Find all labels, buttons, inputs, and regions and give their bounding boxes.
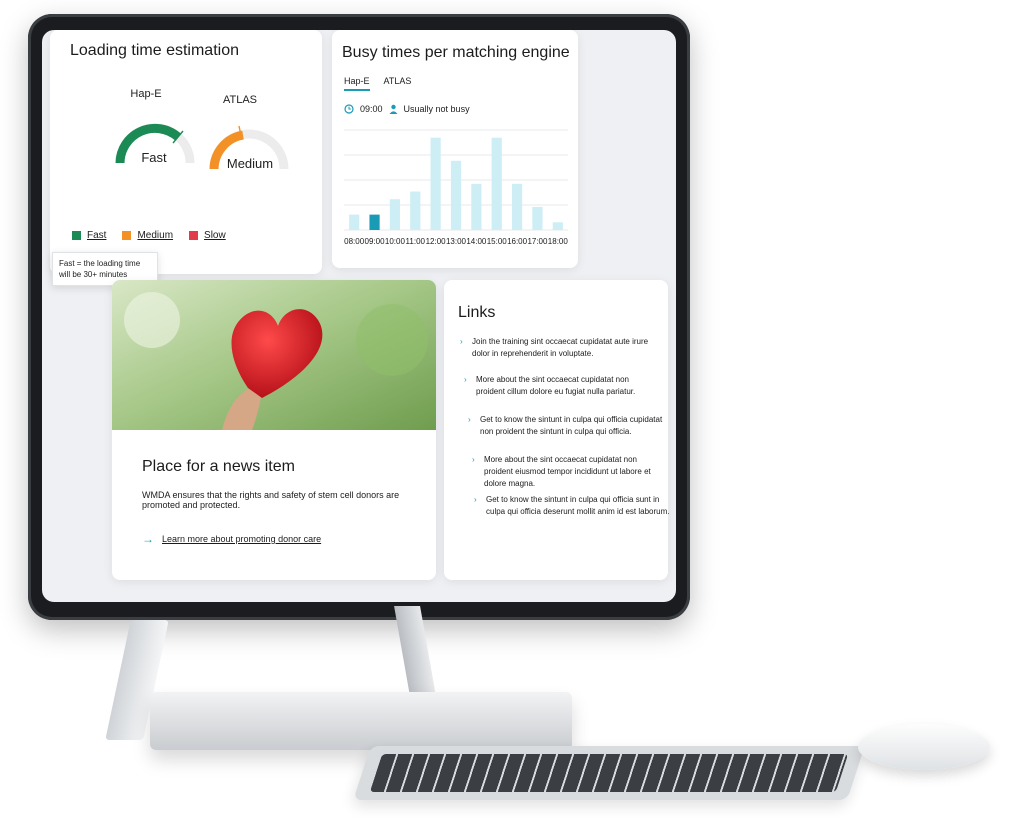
chart-tick-label: 15:00 xyxy=(487,237,508,246)
news-link[interactable]: Learn more about promoting donor care xyxy=(162,534,321,544)
tab-hap-e[interactable]: Hap-E xyxy=(344,76,370,91)
gauge-engine-label-hap-e: Hap-E xyxy=(130,88,162,100)
chevron-right-icon: › xyxy=(472,455,475,464)
link-item-2[interactable]: › More about the sint occaecat cupidatat … xyxy=(464,374,660,398)
arrow-right-icon: → xyxy=(142,532,154,546)
chart-bar-0900[interactable] xyxy=(369,214,380,230)
chart-bar-1100[interactable] xyxy=(410,191,421,230)
legend-swatch-slow xyxy=(189,231,199,240)
monitor-base xyxy=(150,692,572,750)
busy-status: 09:00 Usually not busy xyxy=(344,104,470,114)
tab-atlas[interactable]: ATLAS xyxy=(384,76,412,91)
engine-tabs: Hap-E ATLAS xyxy=(344,76,411,91)
link-item-4-text[interactable]: More about the sint occaecat cupidatat n… xyxy=(484,455,651,488)
chart-tick-label: 08:00 xyxy=(344,237,365,246)
links-card: Links › Join the training sint occaecat c… xyxy=(444,280,670,580)
link-item-5[interactable]: › Get to know the sintunt in culpa qui of… xyxy=(474,494,670,518)
loading-card-title: Loading time estimation xyxy=(70,42,239,59)
busy-status-time: 09:00 xyxy=(360,104,383,114)
news-photo xyxy=(112,280,436,430)
link-item-5-text[interactable]: Get to know the sintunt in culpa qui off… xyxy=(486,495,670,516)
chart-bar-1400[interactable] xyxy=(471,183,482,230)
chart-tick-label: 14:00 xyxy=(466,237,487,246)
chart-bar-1200[interactable] xyxy=(430,137,441,230)
gauge-value-hap-e: Fast xyxy=(141,150,167,165)
news-photo-image xyxy=(112,280,436,430)
busy-times-card: Busy times per matching engine Hap-E ATL… xyxy=(332,30,578,268)
chart-tick-label: 17:00 xyxy=(527,237,548,246)
chevron-right-icon: › xyxy=(464,375,467,384)
chart-bar-1500[interactable] xyxy=(491,137,502,230)
keyboard-keys xyxy=(369,754,849,792)
legend-link-fast[interactable]: Fast xyxy=(87,230,106,241)
chart-bar-1300[interactable] xyxy=(450,160,462,230)
busy-status-text: Usually not busy xyxy=(403,104,470,114)
legend-swatch-fast xyxy=(72,231,81,240)
chart-bar-1700[interactable] xyxy=(532,206,543,230)
chevron-right-icon: › xyxy=(474,495,477,504)
chart-tick-label: 09:00 xyxy=(365,237,386,246)
chart-tick-label: 12:00 xyxy=(426,237,447,246)
news-link-row[interactable]: → Learn more about promoting donor care xyxy=(142,532,321,546)
chart-bar-1000[interactable] xyxy=(389,199,400,230)
link-item-3[interactable]: › Get to know the sintunt in culpa qui of… xyxy=(468,414,664,438)
chart-bar-1800[interactable] xyxy=(552,222,563,230)
legend-link-medium[interactable]: Medium xyxy=(137,230,173,241)
gauge-engine-label-atlas: ATLAS xyxy=(222,94,258,106)
link-item-3-text[interactable]: Get to know the sintunt in culpa qui off… xyxy=(480,415,662,436)
chevron-right-icon: › xyxy=(468,415,471,424)
scene: Loading time estimation Hap-E Fast ATLAS… xyxy=(0,0,1012,827)
chart-tick-label: 16:00 xyxy=(507,237,528,246)
news-text: WMDA ensures that the rights and safety … xyxy=(142,490,400,510)
loading-time-card: Loading time estimation Hap-E Fast ATLAS… xyxy=(50,30,322,274)
chart-tick-label: 13:00 xyxy=(446,237,467,246)
person-icon xyxy=(389,104,398,114)
news-title: Place for a news item xyxy=(142,458,295,475)
keyboard xyxy=(353,746,865,800)
links-card-title: Links xyxy=(458,304,496,321)
link-item-1[interactable]: › Join the training sint occaecat cupidat… xyxy=(460,336,656,360)
mouse xyxy=(858,724,990,770)
news-card: Place for a news item WMDA ensures that … xyxy=(112,280,436,580)
legend-link-slow[interactable]: Slow xyxy=(204,230,226,241)
monitor: Loading time estimation Hap-E Fast ATLAS… xyxy=(28,14,690,620)
chart-tick-label: 11:00 xyxy=(406,237,426,246)
legend-swatch-medium xyxy=(122,231,132,240)
chart-bar-0800[interactable] xyxy=(349,214,360,230)
link-item-1-text[interactable]: Join the training sint occaecat cupidata… xyxy=(472,337,648,358)
chart-tick-label: 18:00 xyxy=(548,237,569,246)
gauge-legend: Fast Medium Slow xyxy=(72,230,236,241)
clock-icon xyxy=(344,104,354,114)
busy-times-chart: 08:00 09:00 10:00 11:00 12:00 13:00 14:00 15:00… xyxy=(344,129,569,246)
chart-bar-1600[interactable] xyxy=(512,183,523,230)
screen: Loading time estimation Hap-E Fast ATLAS… xyxy=(42,30,676,602)
link-item-4[interactable]: › More about the sint occaecat cupidatat … xyxy=(472,454,668,490)
gauge-value-atlas: Medium xyxy=(226,156,274,171)
chart-tick-label: 10:00 xyxy=(385,237,406,246)
busy-card-title: Busy times per matching engine xyxy=(342,44,570,61)
link-item-2-text[interactable]: More about the sint occaecat cupidatat n… xyxy=(476,375,635,396)
chevron-right-icon: › xyxy=(460,337,463,346)
